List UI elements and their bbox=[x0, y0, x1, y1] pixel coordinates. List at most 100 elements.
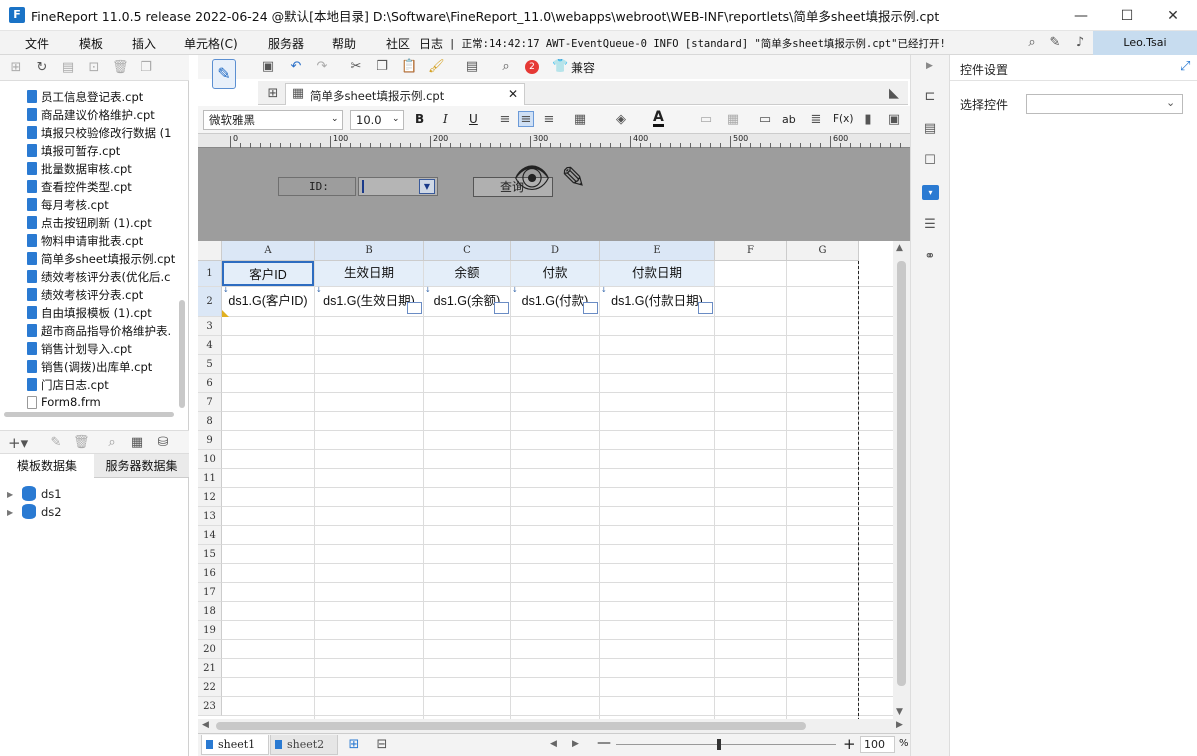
menu-community[interactable]: 社区 bbox=[386, 35, 410, 52]
file-list-hscrollbar[interactable] bbox=[4, 412, 174, 417]
grid-view-icon[interactable]: ⊞ bbox=[265, 86, 281, 102]
row-header[interactable]: 18 bbox=[198, 602, 222, 621]
close-tab-icon[interactable]: ✕ bbox=[508, 87, 518, 101]
spreadsheet-grid[interactable]: A B C D E F G 1 2 3 4 5 6 7 8 9 10 11 12 13 14 15 16 17 18 19 20 21… bbox=[198, 241, 898, 719]
compat-button[interactable]: 兼容 bbox=[571, 59, 595, 76]
border-icon[interactable]: ▦ bbox=[572, 112, 588, 128]
insert-cell-icon[interactable]: ▭ bbox=[757, 112, 773, 128]
file-item[interactable]: 每月考核.cpt bbox=[41, 197, 109, 213]
row-header[interactable]: 20 bbox=[198, 640, 222, 659]
data-cell[interactable]: ds1.G(付款日期) bbox=[600, 287, 714, 316]
float-element-icon[interactable]: ☐ bbox=[922, 153, 938, 169]
vertical-scroll-thumb[interactable] bbox=[897, 261, 906, 686]
italic-button[interactable]: I bbox=[443, 112, 448, 126]
file-item[interactable]: 填报可暂存.cpt bbox=[41, 143, 120, 159]
row-header[interactable]: 12 bbox=[198, 488, 222, 507]
edit-icon[interactable]: ✎ bbox=[48, 435, 64, 451]
row-header[interactable]: 4 bbox=[198, 336, 222, 355]
row-header[interactable]: 17 bbox=[198, 583, 222, 602]
scroll-left-icon[interactable]: ◀ bbox=[202, 720, 209, 730]
row-header[interactable]: 8 bbox=[198, 412, 222, 431]
find-icon[interactable]: ⌕ bbox=[498, 59, 514, 75]
column-header[interactable]: C bbox=[424, 241, 511, 261]
row-header[interactable]: 22 bbox=[198, 678, 222, 697]
delete-icon[interactable]: 🗑 bbox=[112, 60, 129, 76]
preview-icon[interactable]: ⌕ bbox=[104, 435, 120, 451]
bell-icon[interactable]: ♪ bbox=[1072, 35, 1088, 51]
file-item[interactable]: 商品建议价格维护.cpt bbox=[41, 107, 155, 123]
zoom-slider[interactable] bbox=[616, 744, 836, 745]
cell-attr-icon[interactable]: ▤ bbox=[922, 121, 938, 137]
add-dataset-icon[interactable]: +▾ bbox=[8, 435, 28, 451]
align-left-icon[interactable]: ≡ bbox=[497, 112, 513, 128]
close-button[interactable]: ✕ bbox=[1150, 0, 1196, 31]
file-item[interactable]: 销售(调拨)出库单.cpt bbox=[41, 359, 152, 375]
column-header[interactable]: D bbox=[511, 241, 600, 261]
fill-color-icon[interactable]: ◈ bbox=[613, 112, 629, 128]
search-icon[interactable]: ⌕ bbox=[1024, 35, 1040, 51]
scroll-right-icon[interactable]: ▶ bbox=[896, 720, 903, 730]
bold-button[interactable]: B bbox=[415, 112, 424, 126]
underline-button[interactable]: U bbox=[469, 112, 478, 126]
font-color-icon[interactable]: A bbox=[653, 110, 664, 127]
dropdown-arrow-icon[interactable]: ▼ bbox=[419, 179, 435, 194]
sheet-tab-2[interactable]: sheet2 bbox=[270, 735, 338, 755]
file-item[interactable]: 门店日志.cpt bbox=[41, 377, 109, 393]
menu-file[interactable]: 文件 bbox=[25, 35, 49, 52]
row-header[interactable]: 7 bbox=[198, 393, 222, 412]
tab-template-dataset[interactable]: 模板数据集 bbox=[0, 454, 94, 478]
row-header[interactable]: 15 bbox=[198, 545, 222, 564]
sheet-tab-1[interactable]: sheet1 bbox=[201, 735, 269, 755]
paragraph-icon[interactable]: ≣ bbox=[808, 112, 824, 128]
save-icon[interactable]: ▣ bbox=[260, 59, 276, 75]
cell-element-icon[interactable]: ⊏ bbox=[922, 89, 938, 105]
row-header[interactable]: 9 bbox=[198, 431, 222, 450]
header-cell[interactable]: 生效日期 bbox=[315, 261, 423, 286]
lock-icon[interactable]: ⊡ bbox=[86, 60, 102, 76]
file-list-scrollbar[interactable] bbox=[179, 300, 185, 408]
undo-icon[interactable]: ↶ bbox=[288, 59, 304, 75]
zoom-slider-thumb[interactable] bbox=[717, 739, 721, 750]
column-header[interactable]: F bbox=[715, 241, 787, 261]
copy-icon[interactable]: ❐ bbox=[138, 60, 154, 76]
file-item[interactable]: 点击按钮刷新 (1).cpt bbox=[41, 215, 152, 231]
pencil-icon[interactable]: ✎ bbox=[561, 162, 586, 196]
row-header[interactable]: 5 bbox=[198, 355, 222, 374]
header-cell[interactable]: 付款 bbox=[511, 261, 599, 286]
row-header[interactable]: 13 bbox=[198, 507, 222, 526]
template-params-icon[interactable]: ▤ bbox=[464, 59, 480, 75]
collapse-arrow-icon[interactable]: ▶ bbox=[926, 61, 933, 71]
new-folder-icon[interactable]: ⊞ bbox=[8, 60, 24, 76]
file-item[interactable]: 员工信息登记表.cpt bbox=[41, 89, 143, 105]
row-header[interactable]: 16 bbox=[198, 564, 222, 583]
menu-server[interactable]: 服务器 bbox=[268, 35, 304, 52]
add-poly-sheet-icon[interactable]: ⊟ bbox=[374, 737, 390, 753]
header-cell[interactable]: 余额 bbox=[424, 261, 510, 286]
horizontal-scroll-thumb[interactable] bbox=[216, 722, 806, 730]
zoom-in-button[interactable]: + bbox=[843, 735, 856, 753]
row-header[interactable]: 21 bbox=[198, 659, 222, 678]
column-header[interactable]: B bbox=[315, 241, 424, 261]
maximize-button[interactable]: ☐ bbox=[1104, 0, 1150, 31]
header-cell[interactable]: 付款日期 bbox=[600, 261, 714, 286]
row-header[interactable]: 10 bbox=[198, 450, 222, 469]
image-icon[interactable]: ▣ bbox=[886, 112, 902, 128]
refresh-icon[interactable]: ↻ bbox=[34, 60, 50, 76]
expand-ds2-icon[interactable]: ▶ bbox=[7, 508, 13, 517]
row-header[interactable]: 19 bbox=[198, 621, 222, 640]
row-header[interactable]: 1 bbox=[198, 261, 222, 287]
sheet-scroll-right-icon[interactable]: ▶ bbox=[572, 739, 579, 749]
chart-icon[interactable]: ▮ bbox=[860, 112, 876, 128]
notification-badge[interactable]: 2 bbox=[525, 60, 539, 74]
document-tab[interactable]: ▦ 简单多sheet填报示例.cpt ✕ bbox=[285, 83, 525, 105]
edit-note-icon[interactable]: ✎ bbox=[1047, 35, 1063, 51]
row-header[interactable]: 2 bbox=[198, 287, 222, 317]
align-right-icon[interactable]: ≡ bbox=[541, 112, 557, 128]
file-item[interactable]: 物料申请审批表.cpt bbox=[41, 233, 143, 249]
format-brush-icon[interactable]: 🖌 bbox=[428, 59, 445, 75]
row-header[interactable]: 23 bbox=[198, 697, 222, 716]
open-icon[interactable]: ▤ bbox=[60, 60, 76, 76]
split-icon[interactable]: ▦ bbox=[725, 112, 741, 128]
vertical-scrollbar[interactable]: ▲ ▼ bbox=[893, 241, 910, 719]
column-header[interactable]: A bbox=[222, 241, 315, 261]
